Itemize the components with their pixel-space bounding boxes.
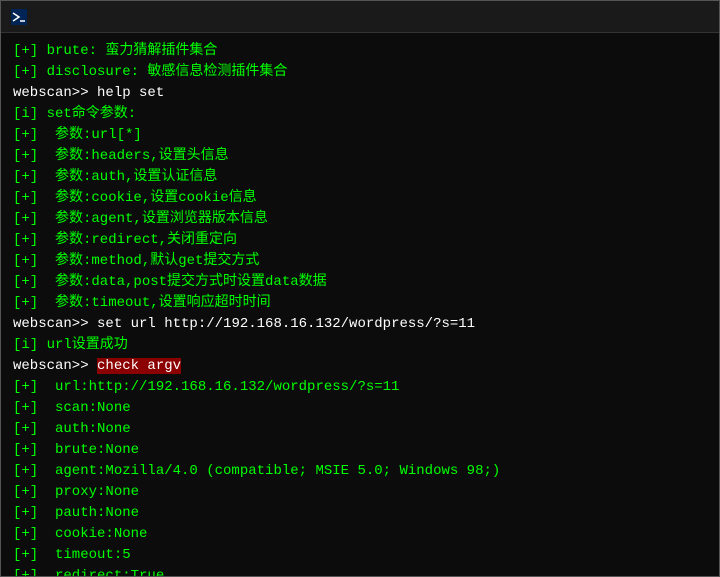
terminal-line: webscan>> check argv bbox=[13, 356, 707, 377]
terminal-line: [+] 参数:redirect,关闭重定向 bbox=[13, 230, 707, 251]
terminal-output[interactable]: [+] brute: 蛮力猜解插件集合[+] disclosure: 敏感信息检… bbox=[1, 33, 719, 576]
terminal-line: [+] 参数:timeout,设置响应超时时间 bbox=[13, 293, 707, 314]
terminal-line: [+] auth:None bbox=[13, 419, 707, 440]
terminal-line: [+] redirect:True bbox=[13, 566, 707, 576]
terminal-line: [+] 参数:method,默认get提交方式 bbox=[13, 251, 707, 272]
minimize-button[interactable] bbox=[573, 1, 619, 33]
terminal-line: [i] set命令参数: bbox=[13, 104, 707, 125]
terminal-line: [+] 参数:headers,设置头信息 bbox=[13, 146, 707, 167]
terminal-line: [+] agent:Mozilla/4.0 (compatible; MSIE … bbox=[13, 461, 707, 482]
terminal-line: webscan>> help set bbox=[13, 83, 707, 104]
terminal-line: [+] disclosure: 敏感信息检测插件集合 bbox=[13, 62, 707, 83]
terminal-line: [+] pauth:None bbox=[13, 503, 707, 524]
terminal-line: [i] url设置成功 bbox=[13, 335, 707, 356]
app-icon bbox=[9, 7, 29, 27]
close-button[interactable] bbox=[665, 1, 711, 33]
terminal-line: [+] 参数:auth,设置认证信息 bbox=[13, 167, 707, 188]
terminal-window: [+] brute: 蛮力猜解插件集合[+] disclosure: 敏感信息检… bbox=[0, 0, 720, 577]
terminal-line: [+] proxy:None bbox=[13, 482, 707, 503]
terminal-line: [+] brute:None bbox=[13, 440, 707, 461]
titlebar bbox=[1, 1, 719, 33]
maximize-button[interactable] bbox=[619, 1, 665, 33]
terminal-line: [+] 参数:data,post提交方式时设置data数据 bbox=[13, 272, 707, 293]
terminal-line: [+] cookie:None bbox=[13, 524, 707, 545]
terminal-line: [+] url:http://192.168.16.132/wordpress/… bbox=[13, 377, 707, 398]
terminal-line: [+] scan:None bbox=[13, 398, 707, 419]
terminal-line: webscan>> set url http://192.168.16.132/… bbox=[13, 314, 707, 335]
terminal-line: [+] 参数:agent,设置浏览器版本信息 bbox=[13, 209, 707, 230]
terminal-line: [+] timeout:5 bbox=[13, 545, 707, 566]
window-controls bbox=[573, 1, 711, 33]
terminal-line: [+] 参数:url[*] bbox=[13, 125, 707, 146]
terminal-line: [+] 参数:cookie,设置cookie信息 bbox=[13, 188, 707, 209]
terminal-line: [+] brute: 蛮力猜解插件集合 bbox=[13, 41, 707, 62]
